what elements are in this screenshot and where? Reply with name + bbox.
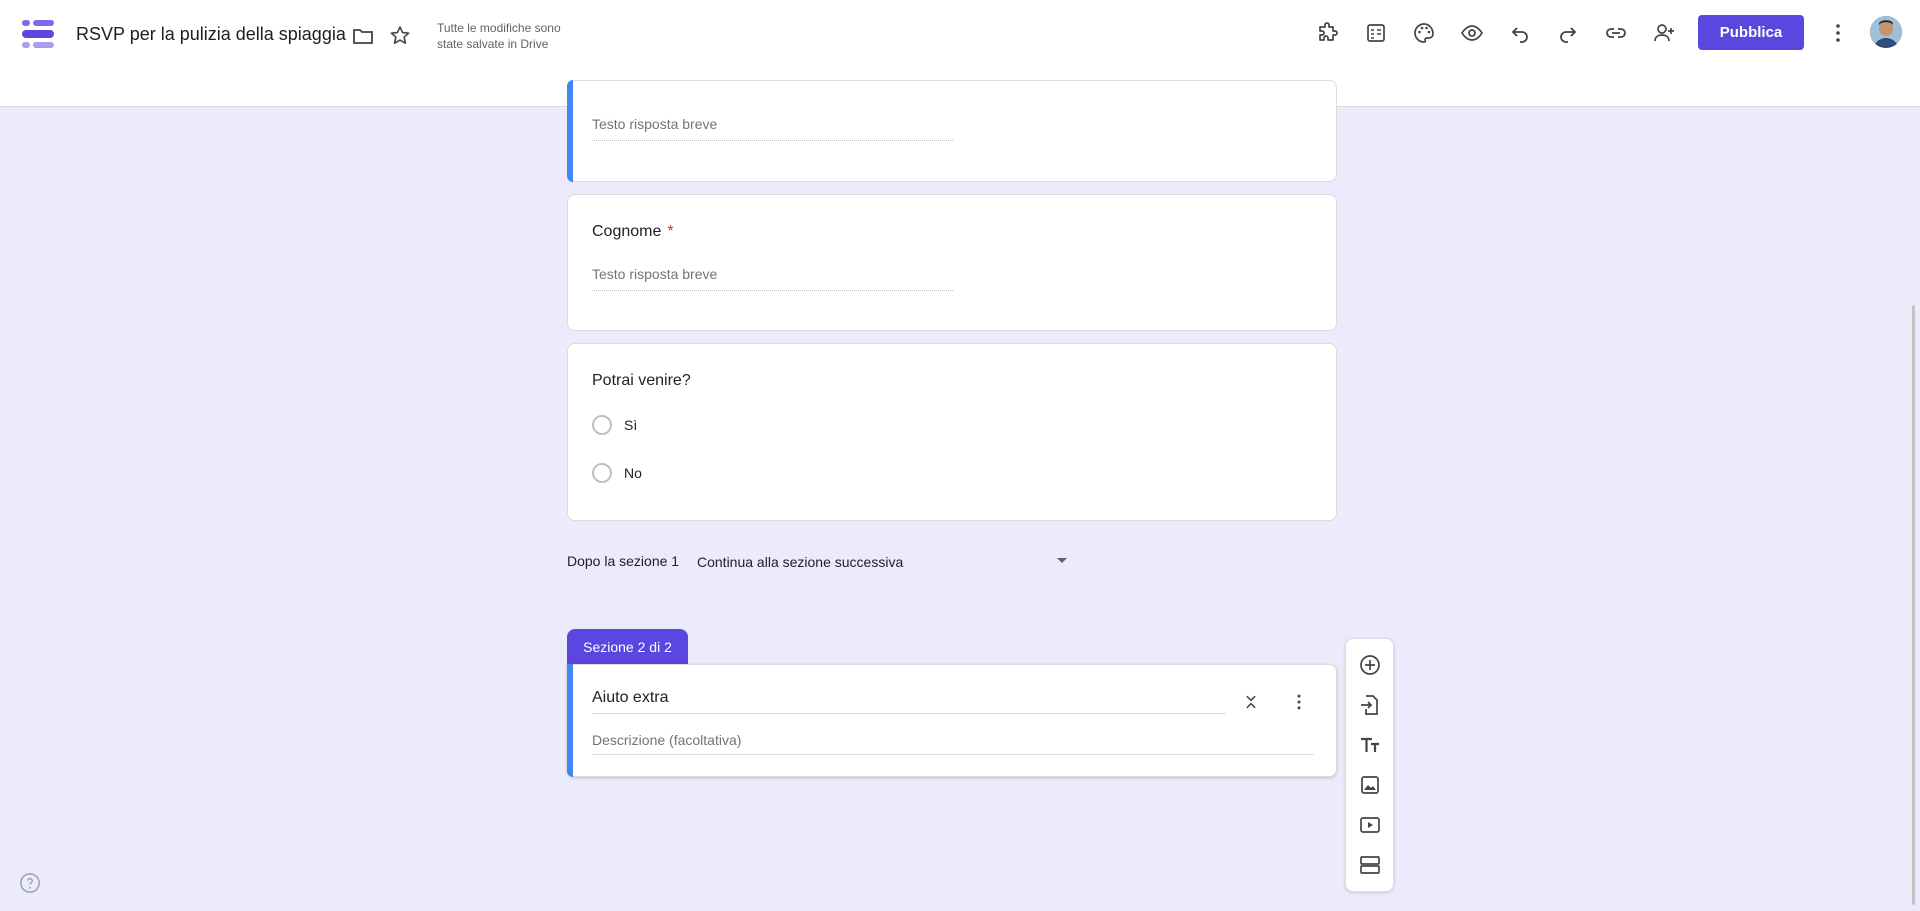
radio-option-yes[interactable]: Sì bbox=[592, 415, 637, 435]
question-card-surname[interactable]: Cognome * Testo risposta breve bbox=[567, 194, 1337, 331]
question-title-text: Cognome bbox=[592, 223, 662, 240]
chevron-down-icon bbox=[1057, 558, 1067, 563]
scrollbar[interactable] bbox=[1912, 305, 1915, 905]
addons-icon[interactable] bbox=[1315, 20, 1341, 46]
redo-icon[interactable] bbox=[1555, 20, 1581, 46]
folder-icon[interactable] bbox=[350, 23, 376, 49]
question-title: Potrai venire? bbox=[592, 372, 691, 389]
after-section-dropdown[interactable]: Continua alla sezione successiva bbox=[697, 550, 1067, 574]
sheet-template-icon[interactable] bbox=[1363, 20, 1389, 46]
preview-icon[interactable] bbox=[1459, 20, 1485, 46]
after-section-selected: Continua alla sezione successiva bbox=[697, 554, 904, 570]
add-video-icon[interactable] bbox=[1358, 813, 1382, 837]
section-title-input[interactable]: Aiuto extra bbox=[592, 689, 1226, 714]
section-header-card[interactable]: Aiuto extra Descrizione (facoltativa) bbox=[567, 664, 1337, 777]
question-card-name[interactable]: Testo risposta breve bbox=[567, 80, 1337, 182]
question-title: Cognome * bbox=[592, 223, 674, 241]
section-description-input[interactable]: Descrizione (facoltativa) bbox=[592, 732, 1314, 755]
add-collaborator-icon[interactable] bbox=[1651, 20, 1677, 46]
save-status-text: Tutte le modifiche sono state salvate in… bbox=[437, 21, 561, 51]
add-image-icon[interactable] bbox=[1358, 773, 1382, 797]
short-answer-placeholder: Testo risposta breve bbox=[592, 116, 953, 141]
add-section-icon[interactable] bbox=[1358, 853, 1382, 877]
radio-label: Sì bbox=[624, 417, 638, 433]
help-icon[interactable] bbox=[19, 872, 41, 894]
document-title[interactable]: RSVP per la pulizia della spiaggia bbox=[76, 24, 346, 45]
floating-toolbar bbox=[1345, 638, 1394, 892]
add-title-icon[interactable] bbox=[1358, 733, 1382, 757]
radio-option-no[interactable]: No bbox=[592, 463, 642, 483]
undo-icon[interactable] bbox=[1507, 20, 1533, 46]
link-icon[interactable] bbox=[1603, 20, 1629, 46]
more-vert-icon[interactable] bbox=[1825, 20, 1851, 46]
star-icon[interactable] bbox=[387, 23, 413, 49]
radio-button[interactable] bbox=[592, 463, 612, 483]
question-card-attendance[interactable]: Potrai venire? Sì No bbox=[567, 343, 1337, 521]
avatar[interactable] bbox=[1870, 16, 1902, 48]
radio-label: No bbox=[624, 465, 642, 481]
more-vert-icon[interactable] bbox=[1287, 690, 1311, 714]
palette-icon[interactable] bbox=[1411, 20, 1437, 46]
short-answer-placeholder: Testo risposta breve bbox=[592, 266, 953, 291]
collapse-section-icon[interactable] bbox=[1239, 690, 1263, 714]
after-section-label: Dopo la sezione 1 bbox=[567, 553, 680, 569]
radio-button[interactable] bbox=[592, 415, 612, 435]
import-questions-icon[interactable] bbox=[1358, 693, 1382, 717]
publish-button[interactable]: Pubblica bbox=[1698, 15, 1804, 50]
required-mark: * bbox=[667, 223, 674, 240]
forms-logo[interactable] bbox=[20, 16, 56, 52]
section-tab: Sezione 2 di 2 bbox=[567, 629, 688, 665]
add-question-icon[interactable] bbox=[1358, 653, 1382, 677]
